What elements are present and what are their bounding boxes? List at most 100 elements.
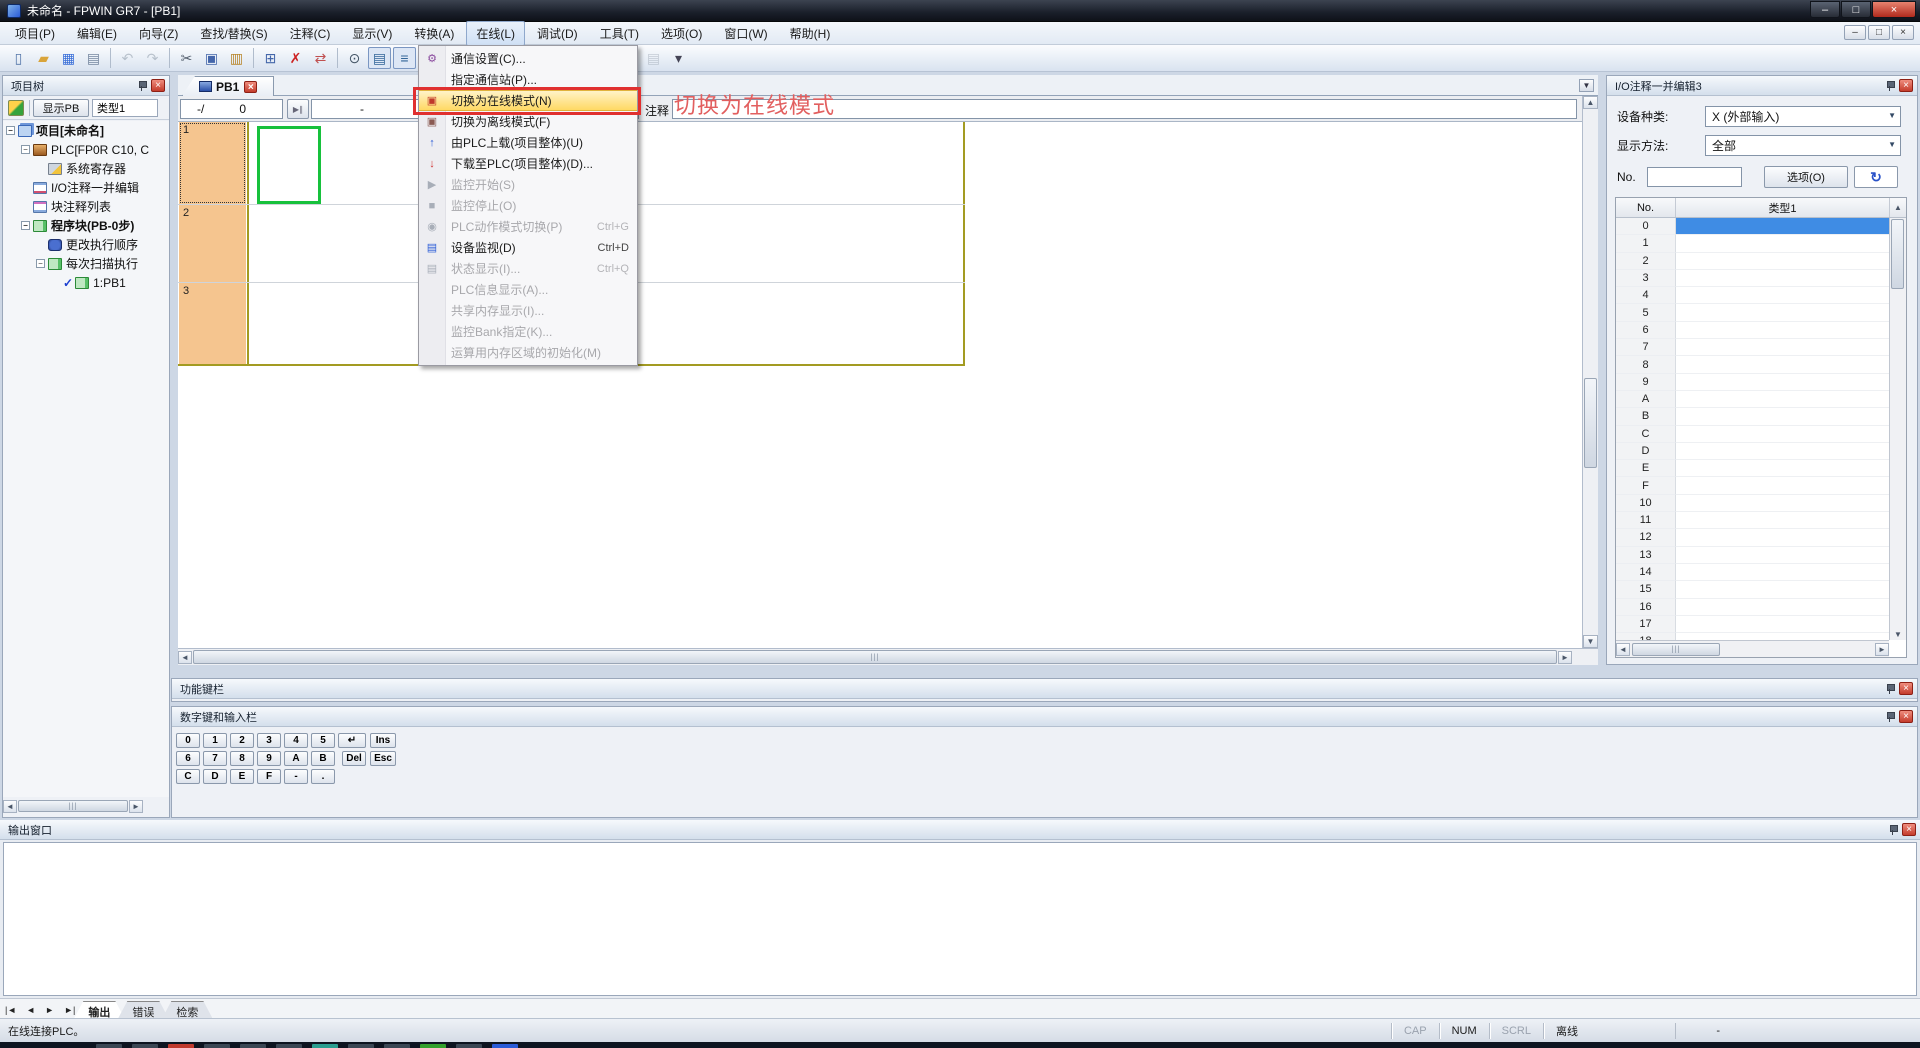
key-enter[interactable]: ↵ [338,733,366,748]
taskbar-icon-6[interactable] [312,1044,338,1048]
close-icon[interactable]: × [151,79,165,92]
scroll-thumb[interactable]: ||| [1632,643,1720,656]
scroll-down-icon[interactable]: ▼ [1890,630,1906,639]
mdi-close-button[interactable]: × [1892,25,1914,40]
key-C[interactable]: C [176,769,200,784]
scroll-right-icon[interactable]: ► [1558,651,1572,664]
taskbar-icon-1[interactable] [132,1044,158,1048]
tab-output[interactable]: 输出 [74,1001,124,1018]
io-vertical-scrollbar[interactable]: ▼ [1889,218,1906,640]
tab-close-icon[interactable]: × [244,81,257,93]
io-table-row[interactable]: 7 [1616,339,1889,356]
key--[interactable]: - [284,769,308,784]
key-4[interactable]: 4 [284,733,308,748]
editor-vertical-scrollbar[interactable]: ▲ ▼ [1582,96,1598,648]
comment-list-icon[interactable]: ≡ [393,47,416,69]
taskbar-icon-10[interactable] [456,1044,482,1048]
key-F[interactable]: F [257,769,281,784]
io-table-row[interactable]: 8 [1616,356,1889,373]
close-icon[interactable]: × [1899,79,1913,92]
key-0[interactable]: 0 [176,733,200,748]
taskbar-icon-4[interactable] [240,1044,266,1048]
options-button[interactable]: 选项(O) [1764,166,1848,188]
io-row-comment[interactable] [1676,374,1889,391]
maximize-button[interactable]: □ [1841,1,1871,18]
key-2[interactable]: 2 [230,733,254,748]
refresh-icon[interactable]: ↻ [1854,166,1898,188]
io-table-row[interactable]: A [1616,391,1889,408]
io-table-row[interactable]: 15 [1616,581,1889,598]
key-ins[interactable]: Ins [370,733,396,748]
tree-item-project-root[interactable]: −项目[未命名] [3,121,169,140]
pin-icon[interactable] [1885,80,1895,91]
key-1[interactable]: 1 [203,733,227,748]
io-table-row[interactable]: 11 [1616,512,1889,529]
io-horizontal-scrollbar[interactable]: ◄ ||| ► [1616,640,1889,657]
menu-item-upload-from-plc[interactable]: ↑由PLC上载(项目整体)(U) [419,132,637,153]
menubar-item-convert[interactable]: 转换(A) [404,21,464,46]
close-icon[interactable]: × [1899,710,1913,723]
io-table-row[interactable]: 5 [1616,304,1889,321]
io-row-comment[interactable] [1676,253,1889,270]
convert-icon[interactable]: ⇄ [309,47,332,69]
io-row-comment[interactable] [1676,633,1889,640]
io-table-row[interactable]: 6 [1616,322,1889,339]
rung-block-2[interactable]: 2 [179,205,246,282]
device-monitor-toolbar-icon[interactable]: ▤ [642,47,665,69]
delete-icon[interactable]: ✗ [284,47,307,69]
scroll-thumb[interactable] [1891,219,1904,289]
expand-icon[interactable]: − [6,126,15,135]
tab-search[interactable]: 检索 [162,1001,212,1018]
ladder-canvas[interactable]: 123 [178,122,1582,648]
io-table-row[interactable]: 13 [1616,547,1889,564]
io-table-row[interactable]: 12 [1616,529,1889,546]
tab-nav-icon-2[interactable]: ► [40,1002,59,1018]
io-row-comment[interactable] [1676,235,1889,252]
insert-row-icon[interactable]: ⊞ [259,47,282,69]
menubar-item-project[interactable]: 项目(P) [5,21,65,46]
tree-item-pb1[interactable]: ✓1:PB1 [3,273,169,292]
key-6[interactable]: 6 [176,751,200,766]
io-row-comment[interactable] [1676,339,1889,356]
close-icon[interactable]: × [1902,823,1916,836]
scroll-left-icon[interactable]: ◄ [1616,643,1630,656]
io-row-comment[interactable] [1676,443,1889,460]
run-pause-button[interactable]: ▶∥ [287,99,309,119]
tab-error[interactable]: 错误 [118,1001,168,1018]
menu-item-download-to-plc[interactable]: ↓下载至PLC(项目整体)(D)... [419,153,637,174]
io-row-comment[interactable] [1676,391,1889,408]
taskbar-icon-5[interactable] [276,1044,302,1048]
io-row-comment[interactable] [1676,547,1889,564]
menubar-item-comment[interactable]: 注释(C) [280,21,341,46]
key-.[interactable]: . [311,769,335,784]
io-table-row[interactable]: 4 [1616,287,1889,304]
scroll-right-icon[interactable]: ► [1875,643,1889,656]
scroll-down-icon[interactable]: ▼ [1583,635,1598,648]
tab-nav-icon-1[interactable]: ◄ [21,1002,40,1018]
menubar-item-find-replace[interactable]: 查找/替换(S) [190,21,277,46]
undo-icon[interactable]: ↶ [116,47,139,69]
editor-horizontal-scrollbar[interactable]: ◄ ||| ► [178,648,1598,665]
io-row-comment[interactable] [1676,616,1889,633]
io-table-row[interactable]: F [1616,477,1889,494]
menubar-item-help[interactable]: 帮助(H) [780,21,841,46]
scroll-up-icon[interactable]: ▲ [1889,198,1906,217]
menubar-item-window[interactable]: 窗口(W) [714,21,777,46]
menubar-item-wizard[interactable]: 向导(Z) [129,21,188,46]
io-table-row[interactable]: 14 [1616,564,1889,581]
key-7[interactable]: 7 [203,751,227,766]
step-counter-field[interactable]: -/ 0 [180,99,283,119]
key-del[interactable]: Del [342,751,366,766]
display-method-select[interactable]: 全部 [1705,135,1901,156]
tab-list-icon[interactable]: ▼ [1579,79,1594,92]
io-table-row[interactable]: D [1616,443,1889,460]
io-table-row[interactable]: 10 [1616,495,1889,512]
new-file-icon[interactable]: ▯ [7,47,30,69]
menubar-item-view[interactable]: 显示(V) [342,21,402,46]
io-row-comment[interactable] [1676,426,1889,443]
tree-item-scan-exec[interactable]: −每次扫描执行 [3,254,169,273]
scroll-thumb[interactable] [1584,378,1597,468]
io-row-comment[interactable] [1676,356,1889,373]
ladder-cursor[interactable] [257,126,321,204]
io-row-comment[interactable] [1676,322,1889,339]
